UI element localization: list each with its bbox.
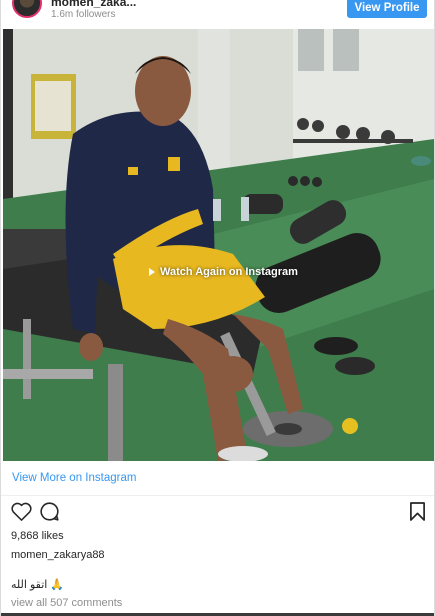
bookmark-icon[interactable] <box>409 501 426 522</box>
comment-icon[interactable] <box>39 501 60 522</box>
instagram-embed: momen_zaka... 1.6m followers View Profil… <box>0 0 435 616</box>
divider <box>1 495 434 496</box>
avatar[interactable] <box>12 0 42 18</box>
view-profile-button[interactable]: View Profile <box>347 0 427 18</box>
view-more-link[interactable]: View More on Instagram <box>12 472 136 484</box>
like-count: 9,868 likes <box>11 530 64 542</box>
caption-text: اتقو الله 🙏 <box>11 579 65 591</box>
video-player[interactable]: Watch Again on Instagram <box>3 29 434 461</box>
action-bar <box>1 500 434 526</box>
follower-count: 1.6m followers <box>51 9 116 20</box>
profile-username[interactable]: momen_zaka... <box>51 0 136 9</box>
watch-again-overlay[interactable]: Watch Again on Instagram <box>149 266 298 278</box>
view-comments-link[interactable]: view all 507 comments <box>11 597 122 609</box>
heart-icon[interactable] <box>11 502 32 521</box>
caption-username[interactable]: momen_zakarya88 <box>11 549 105 561</box>
play-icon <box>149 268 155 276</box>
post-header: momen_zaka... 1.6m followers View Profil… <box>1 0 434 28</box>
watch-again-label: Watch Again on Instagram <box>160 266 298 278</box>
video-frame <box>3 29 434 461</box>
